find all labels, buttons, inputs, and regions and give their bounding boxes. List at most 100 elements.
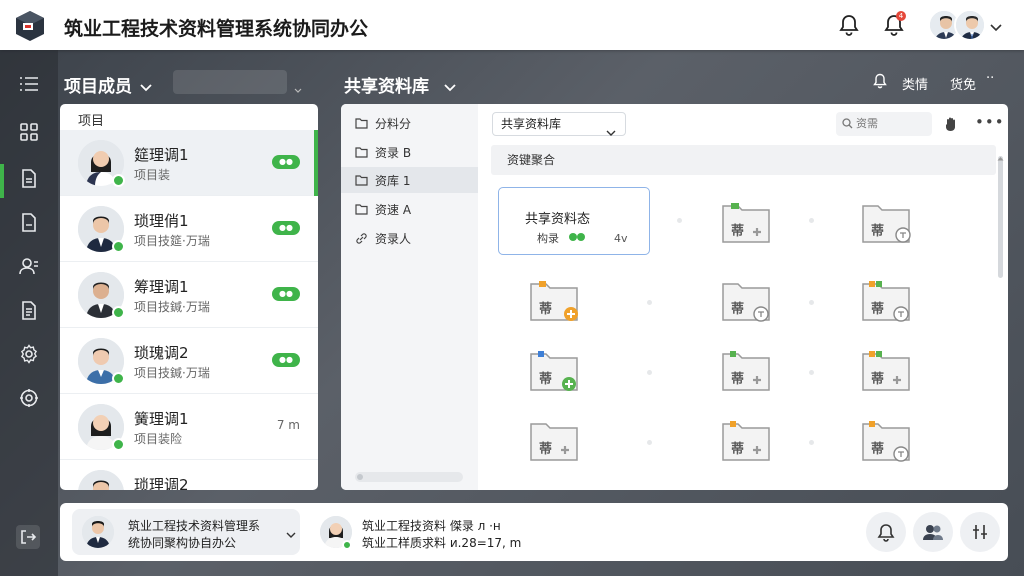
members-panel-title[interactable]: 项目成员 <box>64 72 132 97</box>
chat-conversation-selected[interactable]: 筑业工程技术资料管理系 统协同聚构协自办公 <box>72 509 300 555</box>
folder-tree: 分料分 资录 B 资库 1 资速 A 资录人 <box>341 104 478 490</box>
file-tile[interactable]: 蒂 <box>861 348 911 392</box>
avatar <box>78 206 125 253</box>
list-item[interactable]: 琐理调2 <box>60 460 318 490</box>
list-item[interactable]: 筹理调1 项目技鍼·万瑞 ●● <box>60 262 318 328</box>
left-rail <box>0 50 58 576</box>
folder-icon <box>355 146 368 158</box>
report-icon[interactable] <box>17 298 41 322</box>
file-tile[interactable]: 蒂 <box>861 278 911 322</box>
details-button[interactable]: 类情 <box>902 74 928 93</box>
tree-item[interactable]: 分料分 <box>341 110 478 136</box>
chevron-down-icon[interactable] <box>286 523 296 542</box>
file-tile[interactable]: 蒂 <box>721 418 771 462</box>
file-glyph: 蒂 <box>731 442 745 457</box>
app-title: 筑业工程技术资料管理系统协同办公 <box>64 18 369 40</box>
menu-list-icon[interactable] <box>17 72 41 96</box>
horizontal-scrollbar[interactable] <box>355 472 463 482</box>
file-tile[interactable]: 蒂 <box>721 200 771 244</box>
notification-bell-icon[interactable]: 4 <box>881 11 907 38</box>
list-item[interactable]: 琐瑰调2 项目技鍼·万瑞 ●● <box>60 328 318 394</box>
vertical-scrollbar[interactable] <box>998 156 1003 278</box>
file-glyph: 蒂 <box>871 224 885 239</box>
avatar <box>78 272 125 319</box>
online-status-dot <box>112 174 125 187</box>
card-title: 共享资料态 <box>525 212 591 227</box>
chevron-down-icon[interactable] <box>140 77 152 97</box>
file-tile[interactable]: 蒂 <box>721 348 771 392</box>
online-status-dot <box>112 240 125 253</box>
tree-item[interactable]: 资录 B <box>341 139 478 165</box>
chevron-down-icon[interactable] <box>444 77 456 97</box>
selected-folder-card[interactable]: 共享资料态 构录 4v <box>498 187 650 255</box>
placeholder-dot <box>647 370 652 375</box>
document-icon[interactable] <box>17 166 41 190</box>
user-avatars[interactable] <box>928 9 986 41</box>
library-select-value: 共享资料库 <box>501 117 562 131</box>
settings-gear-icon[interactable] <box>17 342 41 366</box>
member-name: 琐理调2 <box>134 476 189 490</box>
tree-item[interactable]: 资库 1 <box>341 167 478 193</box>
file-tile[interactable]: 蒂 <box>861 418 911 462</box>
more-options-icon[interactable]: ••• <box>975 113 1005 131</box>
file-tile[interactable]: 蒂 <box>529 278 579 322</box>
avatar <box>78 140 125 187</box>
file-tile[interactable]: 蒂 <box>529 348 579 392</box>
card-count: 4v <box>614 232 628 245</box>
list-item[interactable]: 琐理俏1 项目技筵·万瑞 ●● <box>60 196 318 262</box>
status-badge: ●● <box>272 221 300 235</box>
member-name: 琐瑰调2 <box>134 344 189 362</box>
file-glyph: 蒂 <box>539 372 553 387</box>
bell-icon[interactable] <box>866 512 906 552</box>
more-actions-button[interactable]: 货免 <box>950 74 976 93</box>
file-icon[interactable] <box>17 210 41 234</box>
bell-icon[interactable] <box>873 73 887 94</box>
avatar <box>78 338 125 385</box>
logout-icon[interactable] <box>16 525 40 553</box>
admin-settings-icon[interactable] <box>17 386 41 410</box>
file-glyph: 蒂 <box>731 302 745 317</box>
file-tile[interactable]: 蒂 <box>861 200 911 244</box>
more-dots-icon[interactable]: ·· <box>986 71 994 86</box>
file-glyph: 蒂 <box>539 302 553 317</box>
library-panel-title[interactable]: 共享资料库 <box>344 72 429 97</box>
tree-item-label: 分料分 <box>375 116 412 131</box>
member-name: 簧理调1 <box>134 410 189 428</box>
chevron-down-icon[interactable] <box>990 17 1002 36</box>
contacts-icon[interactable] <box>913 512 953 552</box>
scroll-down-icon[interactable] <box>997 480 1004 490</box>
status-badge: ●● <box>272 353 300 367</box>
top-header: 筑业工程技术资料管理系统协同办公 4 <box>0 0 1024 50</box>
chat-conversation[interactable]: 筑业工程技资料 傑录 л ·н 筑业工样质求料 и.28=17, m <box>310 509 590 555</box>
adjust-icon[interactable] <box>960 512 1000 552</box>
file-tile[interactable]: 蒂 <box>529 418 579 462</box>
scroll-up-icon[interactable] <box>997 146 1004 165</box>
list-item[interactable]: 簧理调1 项目装险 7 m <box>60 394 318 460</box>
list-item[interactable]: 筵理调1 项目装 ●● <box>60 130 318 196</box>
tree-item[interactable]: 资录人 <box>341 225 478 251</box>
hand-tool-icon[interactable] <box>944 116 958 136</box>
member-name: 筹理调1 <box>134 278 189 296</box>
library-select[interactable]: 共享资料库 <box>492 112 626 136</box>
folder-icon <box>355 174 368 186</box>
chat-title: 筑业工程技术资料管理系 <box>128 519 261 533</box>
library-search-input[interactable]: 资需 <box>836 112 932 136</box>
tree-item[interactable]: 资速 A <box>341 196 478 222</box>
file-glyph: 蒂 <box>871 442 885 457</box>
member-name: 筵理调1 <box>134 146 189 164</box>
member-search-input[interactable] <box>173 70 287 94</box>
placeholder-dot <box>677 218 682 223</box>
online-status-dot <box>342 540 352 550</box>
placeholder-dot <box>809 300 814 305</box>
file-tile[interactable]: 蒂 <box>721 278 771 322</box>
file-glyph: 蒂 <box>871 302 885 317</box>
contacts-icon[interactable] <box>17 254 41 278</box>
chevron-down-icon[interactable] <box>294 79 302 99</box>
online-status-dot <box>112 438 125 451</box>
placeholder-dot <box>809 218 814 223</box>
avatar <box>954 9 986 41</box>
bell-icon[interactable] <box>836 12 862 38</box>
status-badge: ●● <box>272 155 300 169</box>
dashboard-grid-icon[interactable] <box>17 120 41 144</box>
file-glyph: 蒂 <box>731 224 745 239</box>
